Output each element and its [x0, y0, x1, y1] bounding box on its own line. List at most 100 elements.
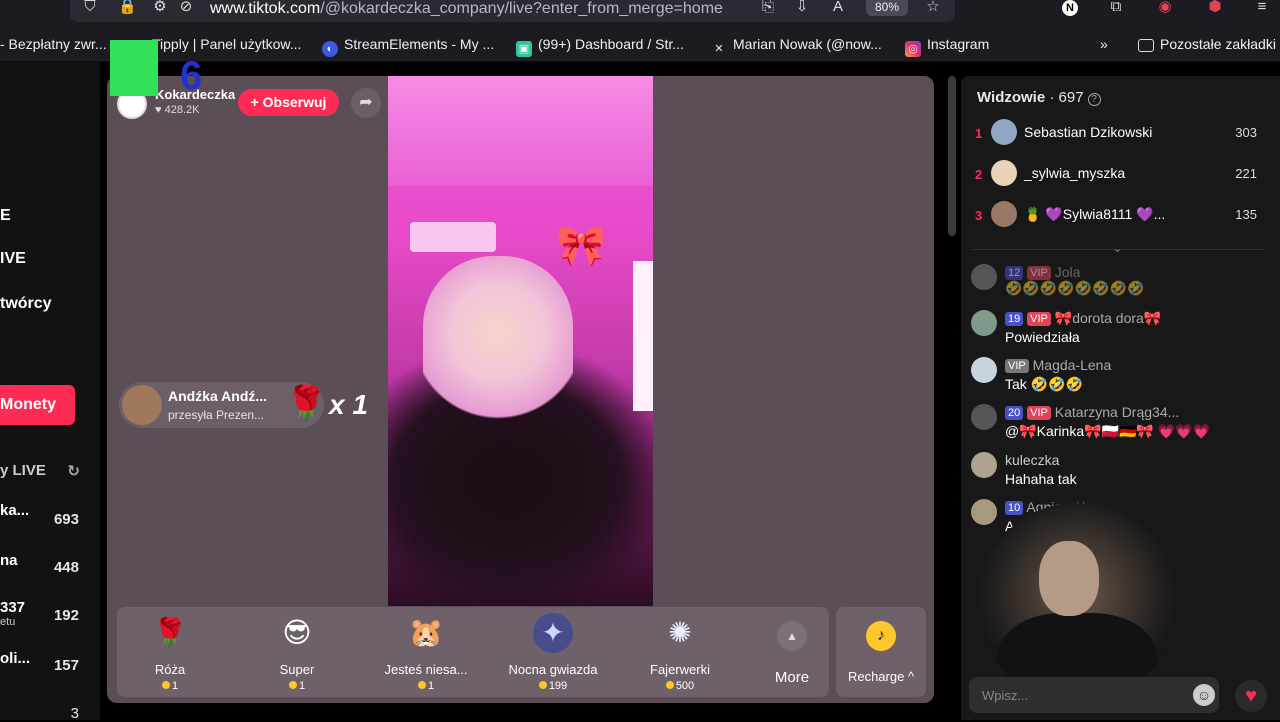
sender-avatar — [122, 385, 162, 425]
sidebar-item-creators[interactable]: twórcy — [0, 295, 52, 313]
heart-icon: ♥ — [155, 104, 162, 116]
shield-icon[interactable]: ⛉ — [82, 0, 98, 16]
gift-bar: 🌹 Róża 1 😎 Super 1 🐹 Jesteś niesa... 1 ✦… — [117, 607, 829, 697]
coin-icon — [161, 681, 170, 689]
logo-number: 6 — [180, 54, 203, 98]
gift-name: Super — [279, 662, 315, 677]
webcam-overlay — [977, 503, 1177, 703]
emoji-icon[interactable]: ☺ — [1193, 684, 1215, 706]
sidebar-item[interactable]: E — [0, 207, 11, 225]
bookmark-item[interactable]: - Bezpłatny zwr... — [0, 36, 107, 52]
gift-price: 500 — [625, 680, 735, 692]
screenshot-icon[interactable]: ⎘ — [760, 0, 776, 16]
live-list-item[interactable]: 337 192 etu — [0, 599, 90, 628]
get-coins-button[interactable]: Monety — [0, 385, 75, 425]
ranking-row[interactable]: 2 _sylwia_myszka 221 — [961, 157, 1280, 193]
avatar — [991, 119, 1017, 145]
video-air-conditioner — [410, 222, 496, 252]
folder-icon — [1138, 39, 1154, 52]
chevron-down-icon[interactable]: ⌄ — [1113, 242, 1122, 255]
extension-red-icon[interactable]: ◉ — [1157, 0, 1173, 16]
refresh-icon[interactable]: ↻ — [67, 462, 80, 480]
adblock-icon[interactable]: ⬢ — [1207, 0, 1223, 16]
coin-icon — [288, 681, 297, 689]
live-list-item[interactable]: oli... 157 — [0, 650, 90, 674]
page-scrollbar[interactable] — [948, 76, 956, 236]
live-list-item[interactable]: ka... 693 — [0, 502, 90, 528]
gift-item-nocna-gwiazda[interactable]: ✦ Nocna gwiazda 199 — [498, 613, 608, 693]
gift-item-jestes-niesamowity[interactable]: 🐹 Jesteś niesa... 1 — [371, 613, 481, 693]
gift-name: Jesteś niesa... — [384, 662, 468, 677]
live-video[interactable]: 🎀 — [388, 76, 653, 606]
camera-off-icon[interactable]: ⊘ — [178, 0, 194, 16]
recharge-button[interactable]: ♪ Recharge ^ — [836, 607, 926, 697]
ranking-row[interactable]: 3 🍍 💜Sylwia8111 💜... 135 — [961, 198, 1280, 234]
avatar — [971, 357, 997, 383]
instagram-icon: ◎ — [905, 41, 921, 57]
gift-item-super[interactable]: 😎 Super 1 — [242, 613, 352, 693]
webcam-person-face — [1039, 541, 1099, 616]
download-icon[interactable]: ⇩ — [794, 0, 810, 16]
logo-k-block — [110, 40, 158, 96]
viewers-header[interactable]: Widzowie · 697? — [977, 89, 1101, 106]
bookmark-item[interactable]: ✕ Marian Nowak (@now... — [711, 36, 881, 57]
live-stage: 🎀 Kokardeczka ♥ 428.2K + Obserwuj ➦ Andź… — [107, 76, 934, 703]
star-icon[interactable]: ☆ — [925, 0, 941, 16]
extension-icon[interactable]: ⧉ — [1108, 0, 1124, 16]
left-sidebar: E IVE twórcy Monety y LIVE ↻ ka... 693 na 4… — [0, 62, 100, 722]
lock-icon[interactable]: 🔒 — [118, 0, 137, 16]
streamelements-icon: ◐ — [322, 41, 338, 57]
chevron-up-icon: ▲ — [777, 621, 807, 651]
gift-notification: Andźka Andź... przesyła Prezen... 🌹 — [119, 382, 328, 428]
more-gifts-button[interactable]: ▲ More — [757, 621, 827, 686]
video-ceiling — [388, 76, 653, 186]
url-text[interactable]: www.tiktok.com/@kokardeczka_company/live… — [210, 0, 750, 18]
live-list-item[interactable]: na 448 — [0, 552, 90, 576]
bookmark-item[interactable]: ◎ Instagram — [905, 36, 989, 57]
sunglasses-icon: 😎 — [282, 617, 312, 648]
neon-bow-icon: 🎀 — [556, 224, 606, 268]
info-icon[interactable]: ? — [1087, 93, 1101, 106]
permissions-icon[interactable]: ⚙ — [152, 0, 168, 16]
avatar — [971, 310, 997, 336]
recharge-label: Recharge ^ — [847, 669, 915, 684]
coin-icon — [665, 681, 674, 689]
gift-name: Róża — [154, 662, 186, 677]
gift-sender: Andźka Andź... — [168, 388, 268, 404]
share-icon[interactable]: ➦ — [351, 88, 381, 118]
translate-icon[interactable]: A — [830, 0, 846, 16]
chat-input[interactable]: Wpisz... — [969, 677, 1219, 713]
hamster-icon: 🐹 — [408, 617, 444, 648]
more-bookmarks-icon[interactable]: » — [1100, 36, 1108, 52]
tiktok-coin-icon: ♪ — [866, 621, 896, 651]
avatar — [971, 264, 997, 290]
bookmark-item[interactable]: ◐ StreamElements - My ... — [322, 36, 494, 57]
gift-price: 1 — [242, 680, 352, 692]
gift-item-fajerwerki[interactable]: ✺ Fajerwerki 500 — [625, 613, 735, 693]
bookmark-item[interactable]: ▣ (99+) Dashboard / Str... — [516, 36, 684, 57]
sidebar-item-live[interactable]: IVE — [0, 250, 26, 268]
zoom-indicator[interactable]: 80% — [866, 0, 908, 16]
ranking-row[interactable]: 1 Sebastian Dzikowski 303 — [961, 116, 1280, 152]
profile-n-icon[interactable]: N — [1062, 0, 1078, 16]
gift-name: Fajerwerki — [650, 662, 710, 677]
coin-icon — [538, 681, 547, 689]
heart-icon[interactable]: ♥ — [1235, 680, 1267, 712]
rose-icon: 🌹 — [152, 617, 188, 648]
menu-icon[interactable]: ≡ — [1254, 0, 1270, 16]
gift-price: 1 — [371, 680, 481, 692]
bookmark-folder[interactable]: Pozostałe zakładki — [1138, 36, 1276, 52]
gift-multiplier: x 1 — [329, 389, 368, 420]
avatar — [971, 499, 997, 525]
video-light-panel — [633, 261, 653, 411]
gift-item-roza[interactable]: 🌹 Róża 1 — [115, 613, 225, 693]
address-bar[interactable]: ⛉ 🔒 ⚙ ⊘ www.tiktok.com/@kokardeczka_comp… — [70, 0, 955, 22]
follow-button[interactable]: + Obserwuj — [238, 89, 339, 116]
avatar — [991, 201, 1017, 227]
video-person-head — [423, 256, 573, 426]
rose-icon: 🌹 — [285, 385, 328, 423]
x-icon: ✕ — [714, 43, 724, 55]
live-list-header: y LIVE ↻ — [0, 462, 80, 480]
avatar — [971, 452, 997, 478]
fireworks-icon: ✺ — [668, 617, 692, 648]
